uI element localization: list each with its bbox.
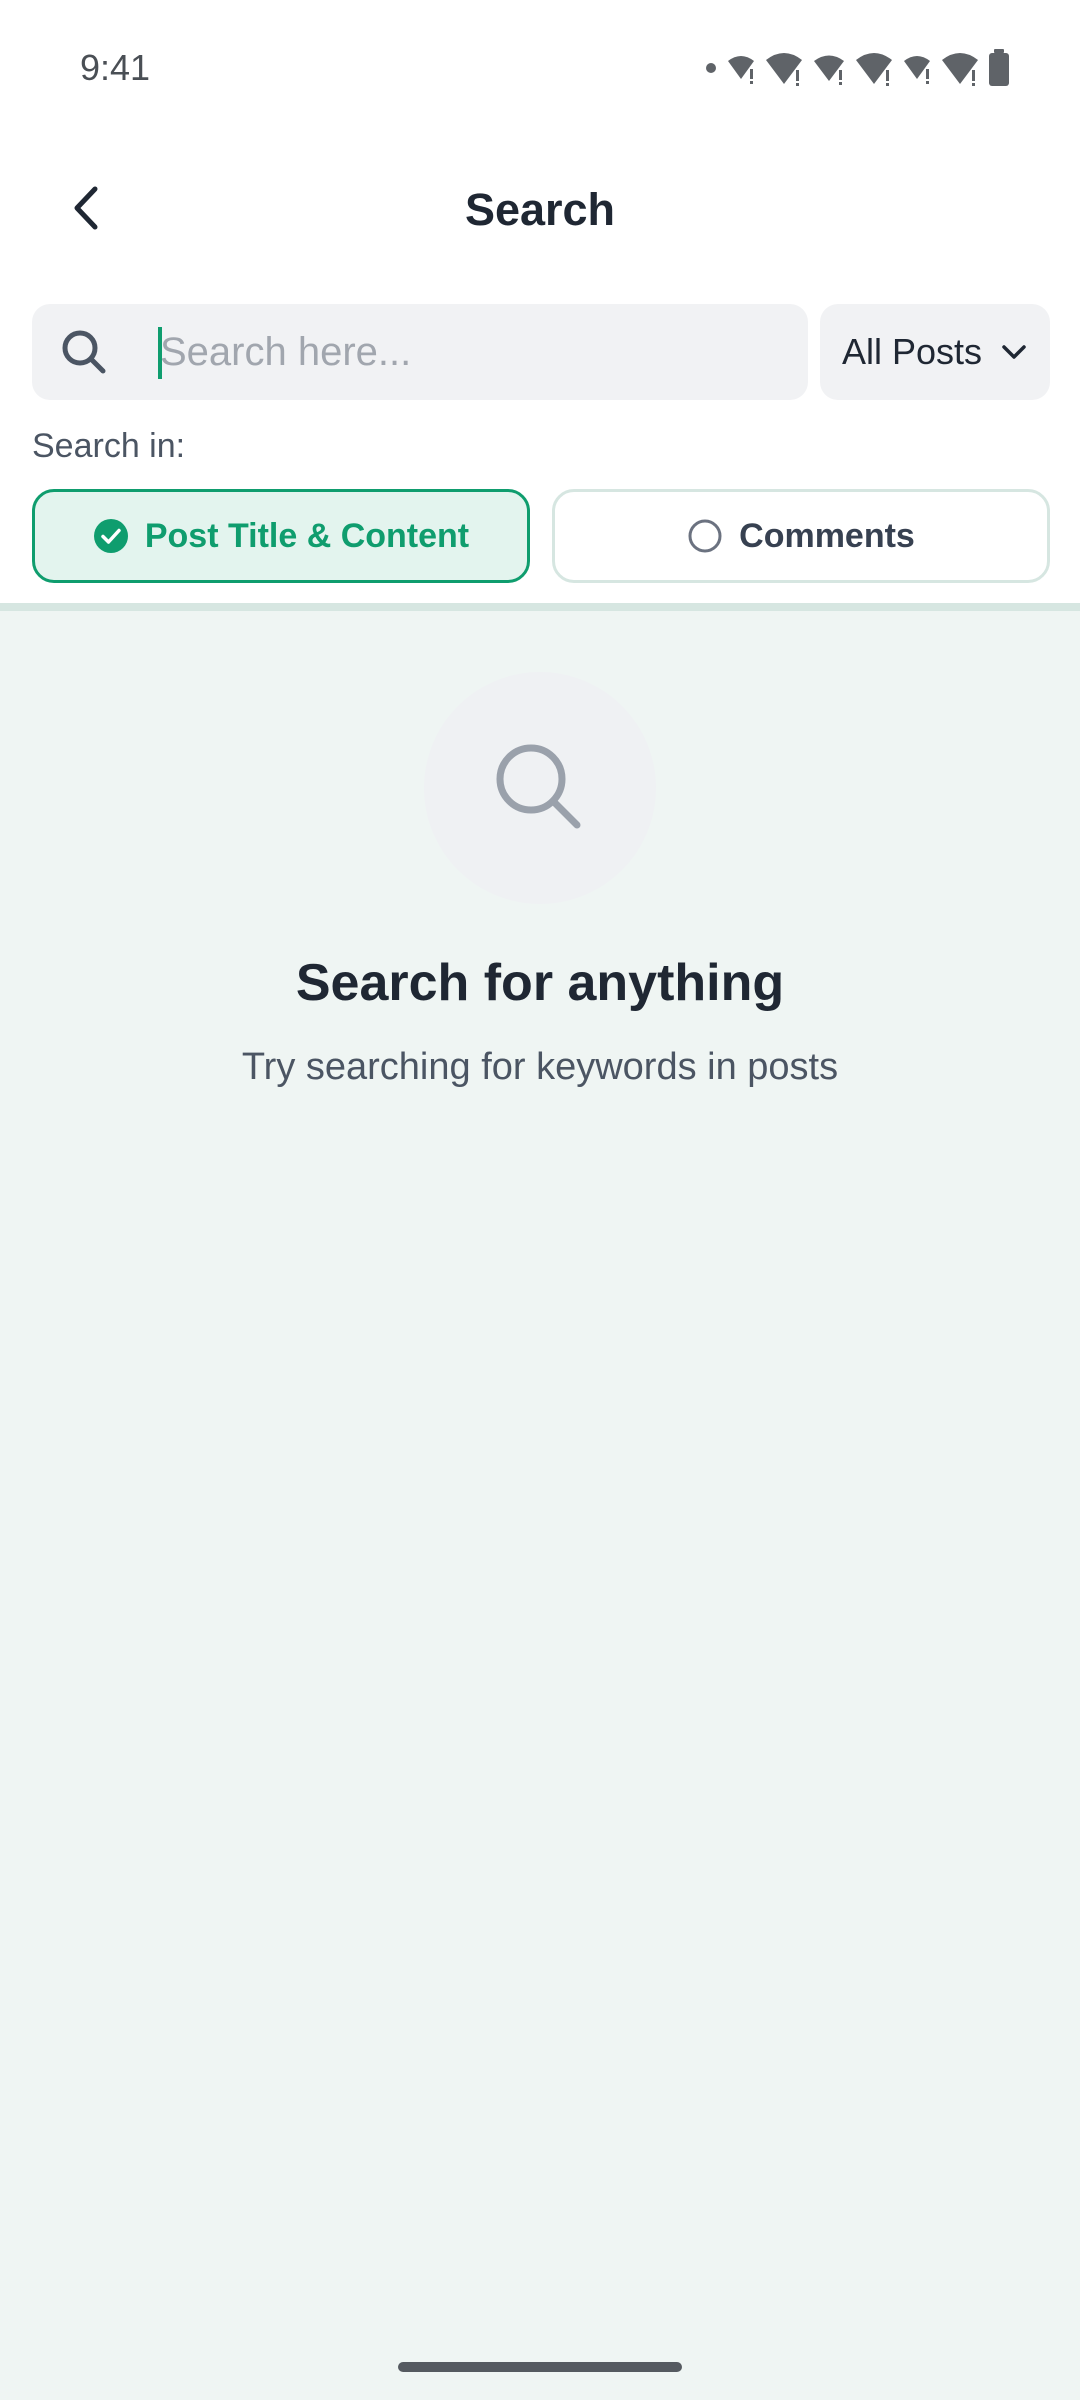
status-time: 9:41: [80, 47, 151, 88]
wifi-alert-icon: [814, 55, 844, 85]
signal-alert-icon: [942, 53, 978, 86]
search-in-label: Search in:: [32, 427, 186, 465]
search-in-option-post-title-content[interactable]: Post Title & Content: [32, 489, 530, 583]
post-filter-dropdown[interactable]: All Posts: [820, 304, 1050, 400]
wifi-alert-icon: [728, 56, 754, 84]
search-in-option-label: Post Title & Content: [144, 516, 470, 555]
battery-icon: [989, 49, 1009, 86]
empty-state-title: Search for anything: [295, 954, 785, 1012]
section-divider: [0, 603, 1080, 611]
home-indicator[interactable]: [398, 2362, 682, 2372]
chevron-down-icon: [1002, 345, 1026, 359]
check-circle-icon: [93, 519, 128, 553]
empty-state-subtitle: Try searching for keywords in posts: [241, 1046, 839, 1088]
signal-alert-icon: [766, 53, 802, 86]
page-title: Search: [464, 184, 616, 235]
search-box[interactable]: [32, 304, 820, 400]
search-input[interactable]: [124, 314, 820, 390]
search-in-option-comments[interactable]: Comments: [552, 489, 1050, 583]
search-in-option-label: Comments: [739, 516, 915, 555]
empty-state-icon-circle: [424, 672, 656, 904]
wifi-alert-icon: [904, 56, 930, 84]
notification-dot-icon: [706, 63, 716, 73]
search-icon: [496, 744, 581, 829]
filter-selected-label: All Posts: [841, 331, 983, 372]
search-icon: [62, 330, 106, 374]
signal-alert-icon: [856, 53, 892, 86]
radio-empty-icon: [688, 519, 722, 553]
status-icons: [704, 46, 1010, 90]
